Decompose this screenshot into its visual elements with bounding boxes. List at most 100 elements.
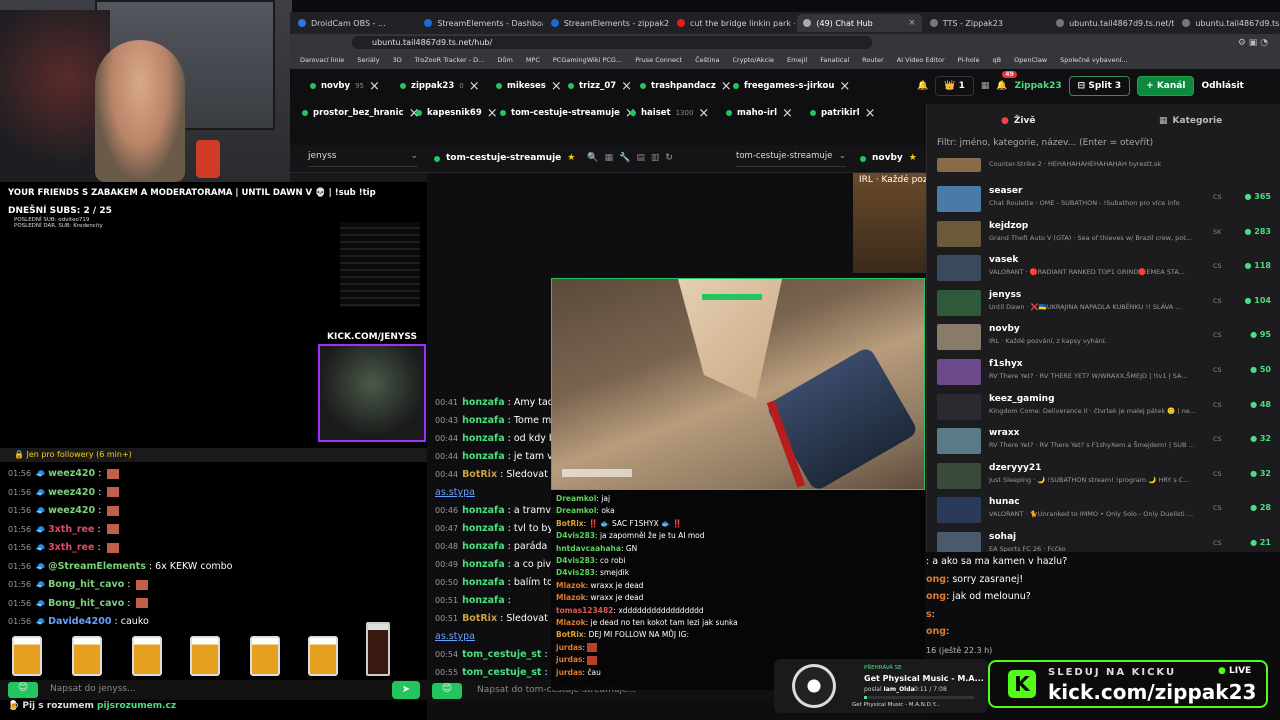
- bookmark-item[interactable]: 3D: [393, 56, 402, 64]
- stream-tab-novby[interactable]: novby 95 ×: [310, 76, 380, 96]
- close-icon[interactable]: ×: [698, 106, 709, 121]
- filter-input[interactable]: Filtr: jméno, kategorie, název... (Enter…: [937, 138, 1272, 154]
- chat-user[interactable]: @StreamElements: [48, 561, 146, 572]
- chat-user[interactable]: 3xth_ree: [48, 542, 94, 553]
- chat-user[interactable]: weez420: [48, 505, 95, 516]
- tab-live[interactable]: ● Živě: [1001, 110, 1035, 132]
- chat-user[interactable]: Bong_hit_cavo: [48, 598, 124, 609]
- wrench-icon[interactable]: 🔧: [619, 153, 630, 163]
- stream-tab-trizz[interactable]: trizz_07 ×: [568, 76, 632, 96]
- chat-user[interactable]: honzafa: [462, 451, 505, 462]
- send-icon[interactable]: ➤: [392, 681, 420, 699]
- chat-link[interactable]: as.stypa: [435, 631, 475, 642]
- bookmark-item[interactable]: MPC: [526, 56, 540, 64]
- channel-row[interactable]: hunac VALORANT · 🐈Unranked to IMMO • Only…: [935, 495, 1275, 529]
- bookmark-item[interactable]: AI Video Editor: [897, 56, 945, 64]
- bookmark-item[interactable]: Crypto/Akcie: [733, 56, 775, 64]
- chat-user[interactable]: honzafa: [462, 523, 505, 534]
- bookmark-item[interactable]: Společné vybavení...: [1060, 56, 1128, 64]
- bell-icon[interactable]: 🔔 49: [996, 71, 1017, 91]
- chat-user[interactable]: honzafa: [462, 541, 505, 552]
- close-icon[interactable]: ×: [487, 106, 498, 121]
- channel-row-partial[interactable]: Counter-Strike 2 · HEHAHAHAHEHAHAHAH byr…: [935, 158, 1275, 174]
- stream-tab-prostor[interactable]: prostor_bez_hranic ×: [302, 103, 419, 123]
- bookmark-item[interactable]: TroZooR Tracker - D...: [415, 56, 485, 64]
- channel-row[interactable]: kejdzop Grand Theft Auto V (GTA) · Sea of…: [935, 219, 1275, 253]
- bookmark-item[interactable]: Pruse Connect: [635, 56, 682, 64]
- channel-row[interactable]: keez_gaming Kingdom Come: Deliverance II …: [935, 392, 1275, 426]
- list-icon[interactable]: ▤: [636, 153, 645, 163]
- close-icon[interactable]: ×: [865, 106, 876, 121]
- close-icon[interactable]: ×: [908, 18, 916, 28]
- bookmark-item[interactable]: Fanatical: [820, 56, 849, 64]
- chat-user[interactable]: weez420: [48, 487, 95, 498]
- stream-tab-maho[interactable]: maho-irl ×: [726, 103, 793, 123]
- channel-row[interactable]: seaser Chat Roulette · OME - SUBATHON - !…: [935, 184, 1275, 218]
- bookmark-item[interactable]: Čeština: [695, 56, 719, 64]
- stream-tab-freegames[interactable]: freegames-s-jirkou ×: [733, 76, 850, 96]
- coins-button[interactable]: 👑 1: [935, 76, 974, 96]
- close-icon[interactable]: ×: [839, 79, 850, 94]
- stream-tab-mikeses[interactable]: mikeses ×: [496, 76, 562, 96]
- channel-row[interactable]: dzeryyy21 Just Sleeping · 🌙 !SUBATHON str…: [935, 461, 1275, 495]
- chart-icon[interactable]: ▦: [981, 81, 990, 91]
- chat-user[interactable]: tom_cestuje_st: [462, 667, 541, 678]
- tab-tts[interactable]: TTS - Zippak23: [924, 14, 1048, 32]
- star-icon[interactable]: ★: [909, 153, 917, 163]
- chat-user[interactable]: Davide4200: [48, 616, 111, 627]
- chat-user[interactable]: honzafa: [462, 415, 505, 426]
- close-icon[interactable]: ×: [369, 79, 380, 94]
- tab-se-zippak[interactable]: StreamElements - zippak23×: [545, 14, 669, 32]
- bookmark-item[interactable]: Seriály: [357, 56, 379, 64]
- extensions-icon[interactable]: ⚙ ▣ ◔: [1238, 38, 1268, 48]
- emote-button[interactable]: 😊: [432, 683, 462, 699]
- channel-row[interactable]: novby IRL · Každé pozvání, z kapsy vyhání…: [935, 322, 1275, 356]
- close-icon[interactable]: ×: [469, 79, 480, 94]
- grid-icon[interactable]: ▦: [605, 153, 614, 163]
- left-chat-input[interactable]: Napsat do jenyss...: [50, 684, 136, 694]
- stream-tab-patrikirl[interactable]: patrikirl ×: [810, 103, 876, 123]
- stream-tab-haiset[interactable]: haiset 1300 ×: [630, 103, 709, 123]
- chat-user[interactable]: honzafa: [462, 595, 505, 606]
- notify-icon[interactable]: 🔔: [917, 81, 928, 91]
- stream-tab-tom-cestuje[interactable]: tom-cestuje-streamuje×: [500, 103, 636, 123]
- channel-row[interactable]: jenyss Until Dawn · ❌🇺🇦UKRAJINA NAPADLA K…: [935, 288, 1275, 322]
- star-icon[interactable]: ★: [567, 153, 575, 163]
- tab-tts-api-2[interactable]: ubuntu.tail4867d9.ts.net/tts/api/...: [1176, 14, 1280, 32]
- split-button[interactable]: ⊟ Split 3: [1068, 76, 1131, 96]
- stream-tab-trashpandacz[interactable]: trashpandacz ×: [640, 76, 732, 96]
- chat-user[interactable]: BotRix: [462, 613, 497, 624]
- bookmark-item[interactable]: Router: [862, 56, 884, 64]
- tab-se-dashboard[interactable]: StreamElements - Dashboard×: [418, 14, 543, 32]
- layout-icon[interactable]: ▥: [651, 153, 660, 163]
- close-icon[interactable]: ×: [721, 79, 732, 94]
- bookmark-item[interactable]: Dům: [497, 56, 512, 64]
- bookmark-item[interactable]: Ernejil: [787, 56, 807, 64]
- bookmark-item[interactable]: PCGamingWiki PCG...: [553, 56, 622, 64]
- chat-user[interactable]: honzafa: [462, 433, 505, 444]
- chat-user[interactable]: weez420: [48, 468, 95, 479]
- refresh-icon[interactable]: ↻: [665, 153, 673, 163]
- close-icon[interactable]: ×: [551, 79, 562, 94]
- emote-button[interactable]: 😊: [8, 682, 38, 698]
- promo-link[interactable]: pijsrozumem.cz: [97, 701, 176, 711]
- bookmark-item[interactable]: Pi-hole: [958, 56, 980, 64]
- close-icon[interactable]: ×: [621, 79, 632, 94]
- bookmark-item[interactable]: OpenClaw: [1014, 56, 1047, 64]
- chat-link[interactable]: as.stypa: [435, 487, 475, 498]
- tab-youtube[interactable]: cut the bridge linkin park - YouT...×: [671, 14, 795, 32]
- tab-categories[interactable]: ▦ Kategorie: [1159, 110, 1222, 132]
- stream-tab-zippak23[interactable]: zippak23 0 ×: [400, 76, 480, 96]
- channel-select-2[interactable]: tom-cestuje-streamuje ⌄: [736, 151, 846, 167]
- stream-video[interactable]: [551, 278, 925, 490]
- chat-user[interactable]: BotRix: [462, 469, 497, 480]
- chat-user[interactable]: 3xth_ree: [48, 524, 94, 535]
- add-channel-button[interactable]: + Kanál: [1137, 76, 1195, 96]
- channel-row[interactable]: wraxx RV There Yet? · RV There Yet? s F1s…: [935, 426, 1275, 460]
- channel-select-1[interactable]: jenyss ⌄: [308, 151, 418, 167]
- logout-button[interactable]: Odhlásit: [1201, 81, 1243, 91]
- chat-user[interactable]: honzafa: [462, 397, 505, 408]
- chat-user[interactable]: Bong_hit_cavo: [48, 579, 124, 590]
- stream-tab-kapesnik[interactable]: kapesnik69 ×: [416, 103, 498, 123]
- chat-user[interactable]: honzafa: [462, 577, 505, 588]
